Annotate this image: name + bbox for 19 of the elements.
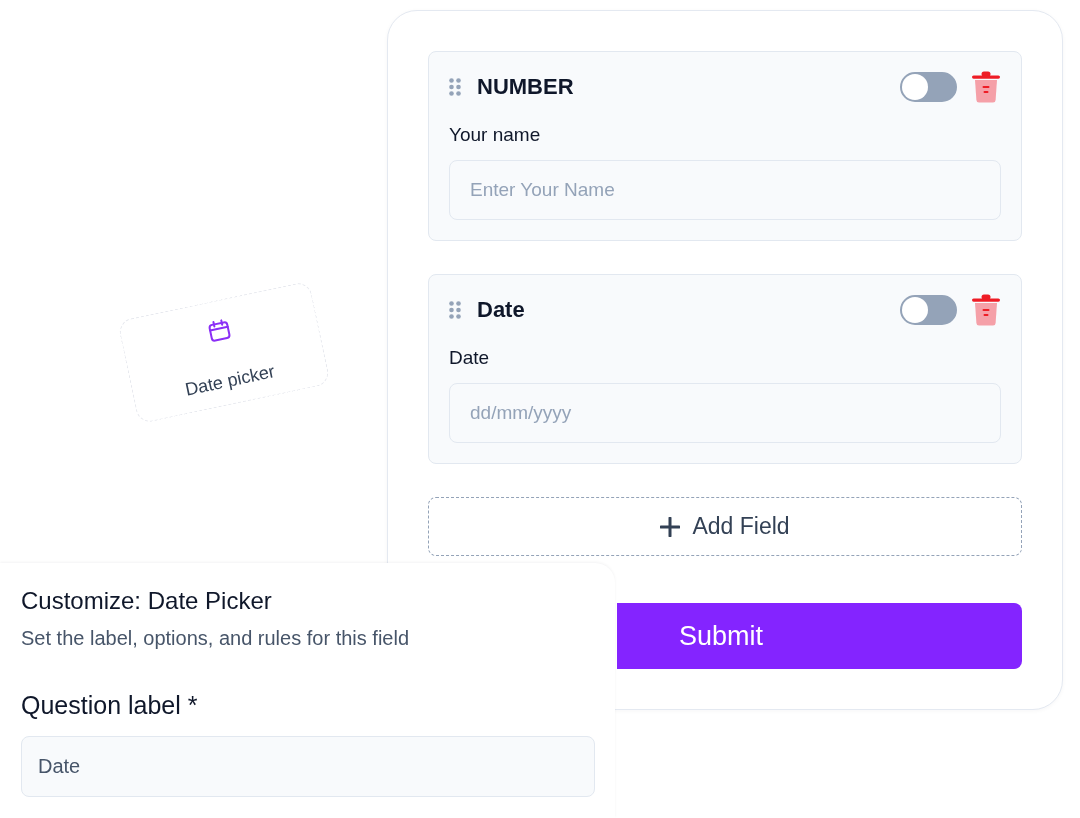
field-label: Your name <box>449 123 541 147</box>
field-title: NUMBER <box>477 73 574 101</box>
text-input-field[interactable]: Enter Your Name <box>449 160 1001 220</box>
question-label-input[interactable]: Date <box>21 736 595 797</box>
trash-icon[interactable] <box>971 71 1001 103</box>
field-label: Date <box>449 346 490 370</box>
field-title: Date <box>477 296 525 324</box>
question-label: Question label * <box>21 691 198 719</box>
plus-icon <box>660 516 681 537</box>
toggle-switch[interactable] <box>900 295 957 325</box>
trash-icon[interactable] <box>971 294 1001 326</box>
panel-subtitle: Set the label, options, and rules for this field <box>21 626 409 650</box>
drag-handle-icon[interactable] <box>449 301 461 319</box>
panel-title: Customize: Date Picker <box>21 586 272 615</box>
toggle-switch[interactable] <box>900 72 957 102</box>
add-field-button[interactable]: Add Field <box>428 497 1022 556</box>
text-input-field[interactable]: dd/mm/yyyy <box>449 383 1001 443</box>
drag-handle-icon[interactable] <box>449 78 461 96</box>
submit-button[interactable]: Submit <box>617 603 1022 669</box>
